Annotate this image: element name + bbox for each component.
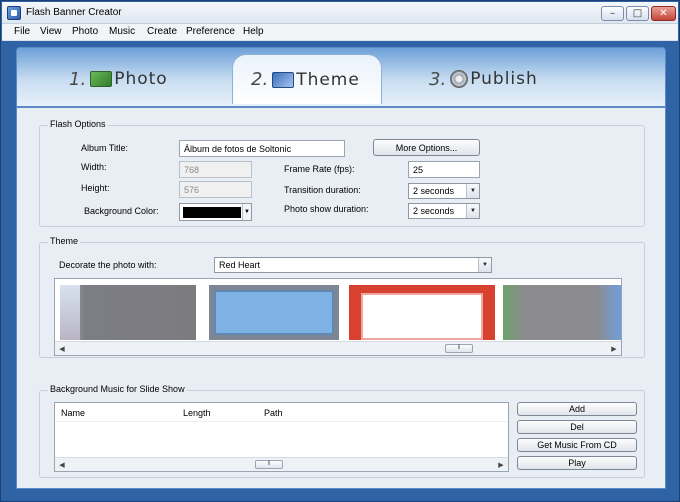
photo-icon	[90, 71, 113, 87]
menu-music[interactable]: Music	[109, 26, 135, 37]
maximize-icon: □	[632, 7, 643, 19]
transition-duration-select[interactable]: 2 seconds ▼	[408, 183, 480, 199]
width-field: 768	[179, 161, 252, 178]
album-title-label: Album Title:	[81, 143, 129, 153]
chevron-down-icon: ▼	[478, 258, 491, 272]
chevron-down-icon: ▼	[466, 204, 479, 218]
menu-bar: File View Photo Music Create Preference …	[2, 24, 678, 41]
photo-show-duration-select[interactable]: 2 seconds ▼	[408, 203, 480, 219]
tab-theme-label: Theme	[296, 69, 360, 90]
theme-thumbnail[interactable]	[503, 285, 621, 340]
menu-photo[interactable]: Photo	[72, 26, 98, 37]
tab-photo-number: 1.	[69, 68, 87, 90]
main-window: Flash Banner Creator – □ ✕ File View Pho…	[0, 0, 680, 502]
column-header-name[interactable]: Name	[61, 408, 85, 418]
frame-rate-input[interactable]: 25	[408, 161, 480, 178]
menu-help[interactable]: Help	[243, 26, 264, 37]
height-label: Height:	[81, 183, 110, 193]
title-bar: Flash Banner Creator – □ ✕	[2, 2, 678, 24]
tab-theme-number: 2.	[251, 69, 269, 90]
decorate-label: Decorate the photo with:	[59, 260, 157, 270]
scroll-right-icon[interactable]: ▶	[496, 460, 506, 470]
gear-icon	[450, 70, 469, 88]
minimize-button[interactable]: –	[601, 6, 624, 21]
scroll-left-icon[interactable]: ◀	[57, 460, 67, 470]
theme-panel: Flash Options Album Title: Álbum de foto…	[16, 107, 666, 489]
theme-thumbnail[interactable]	[209, 285, 339, 340]
photo-show-duration-value: 2 seconds	[413, 206, 455, 216]
scroll-right-icon[interactable]: ▶	[609, 344, 619, 354]
gallery-scrollbar[interactable]: ◀ ⦀ ▶	[55, 341, 621, 355]
delete-music-button[interactable]: Del	[517, 420, 637, 434]
photo-show-duration-label: Photo show duration:	[284, 204, 369, 214]
scroll-thumb[interactable]: ⦀	[255, 460, 283, 469]
column-header-path[interactable]: Path	[264, 408, 283, 418]
music-list-scrollbar[interactable]: ◀ ⦀ ▶	[55, 457, 508, 471]
menu-create[interactable]: Create	[147, 26, 177, 37]
app-icon	[7, 6, 21, 20]
transition-duration-label: Transition duration:	[284, 185, 361, 195]
width-label: Width:	[81, 162, 107, 172]
theme-icon	[272, 71, 295, 88]
menu-view[interactable]: View	[40, 26, 62, 37]
scroll-left-icon[interactable]: ◀	[57, 344, 67, 354]
tab-theme[interactable]: 2. Theme	[232, 54, 382, 104]
header-divider	[55, 421, 508, 422]
tab-photo[interactable]: 1. Photo	[69, 54, 168, 104]
tab-publish-label: Publish	[470, 69, 538, 89]
color-swatch	[183, 207, 241, 218]
theme-thumbnail[interactable]	[60, 285, 196, 340]
decoration-value: Red Heart	[219, 260, 261, 270]
close-icon: ✕	[659, 7, 668, 19]
column-header-length[interactable]: Length	[183, 408, 211, 418]
height-field: 576	[179, 181, 252, 198]
more-options-button[interactable]: More Options...	[373, 139, 480, 156]
chevron-down-icon: ▼	[242, 204, 251, 220]
background-color-label: Background Color:	[84, 206, 159, 216]
tab-publish[interactable]: 3. Publish	[429, 54, 538, 104]
chevron-down-icon: ▼	[466, 184, 479, 198]
tab-photo-label: Photo	[114, 69, 168, 89]
tab-publish-number: 3.	[429, 68, 447, 90]
album-title-input[interactable]: Álbum de fotos de Soltonic	[179, 140, 345, 157]
step-tabs: 1. Photo 2. Theme 3. Publish	[16, 47, 666, 107]
music-list[interactable]: Name Length Path ◀ ⦀ ▶	[54, 402, 509, 472]
frame-rate-label: Frame Rate (fps):	[284, 164, 355, 174]
add-music-button[interactable]: Add	[517, 402, 637, 416]
menu-preference[interactable]: Preference	[186, 26, 235, 37]
theme-gallery: ◀ ⦀ ▶	[54, 278, 622, 356]
get-music-from-cd-button[interactable]: Get Music From CD	[517, 438, 637, 452]
transition-duration-value: 2 seconds	[413, 186, 455, 196]
flash-options-title: Flash Options	[48, 119, 108, 129]
minimize-icon: –	[610, 7, 615, 19]
play-button[interactable]: Play	[517, 456, 637, 470]
close-button[interactable]: ✕	[651, 6, 676, 21]
menu-file[interactable]: File	[14, 26, 30, 37]
theme-group-title: Theme	[48, 236, 81, 246]
decoration-select[interactable]: Red Heart ▼	[214, 257, 492, 273]
background-color-picker[interactable]: ▼	[179, 203, 252, 221]
theme-thumbnail-selected[interactable]	[349, 285, 495, 340]
window-title: Flash Banner Creator	[26, 7, 122, 18]
scroll-thumb[interactable]: ⦀	[445, 344, 473, 353]
music-group-title: Background Music for Slide Show	[48, 384, 187, 394]
maximize-button[interactable]: □	[626, 6, 649, 21]
